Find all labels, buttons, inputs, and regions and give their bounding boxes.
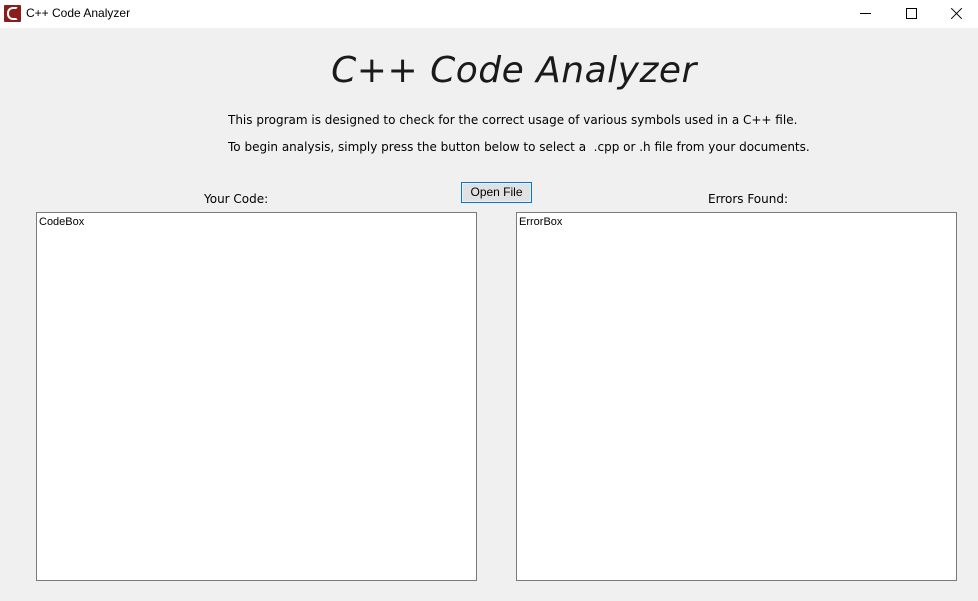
c-letter-icon (7, 7, 18, 20)
app-window: C++ Code Analyzer C++ Code Analyzer This… (0, 0, 978, 601)
error-box-text: ErrorBox (519, 216, 563, 228)
code-textbox[interactable]: CodeBox (36, 212, 477, 581)
title-bar[interactable]: C++ Code Analyzer (0, 0, 978, 28)
description-line-1: This program is designed to check for th… (228, 113, 798, 127)
maximize-icon (906, 8, 917, 19)
minimize-button[interactable] (842, 0, 888, 28)
app-icon[interactable] (4, 5, 21, 22)
open-file-button[interactable]: Open File (461, 182, 532, 203)
code-box-text: CodeBox (39, 216, 85, 228)
maximize-button[interactable] (888, 0, 934, 28)
error-textbox[interactable]: ErrorBox (516, 212, 957, 581)
window-title: C++ Code Analyzer (26, 6, 131, 20)
your-code-label: Your Code: (204, 192, 269, 206)
minimize-icon (860, 13, 871, 14)
errors-found-label: Errors Found: (708, 192, 789, 206)
close-icon (951, 7, 963, 19)
close-button[interactable] (933, 0, 978, 28)
page-title: C++ Code Analyzer (331, 50, 697, 91)
description-line-2: To begin analysis, simply press the butt… (228, 140, 810, 154)
